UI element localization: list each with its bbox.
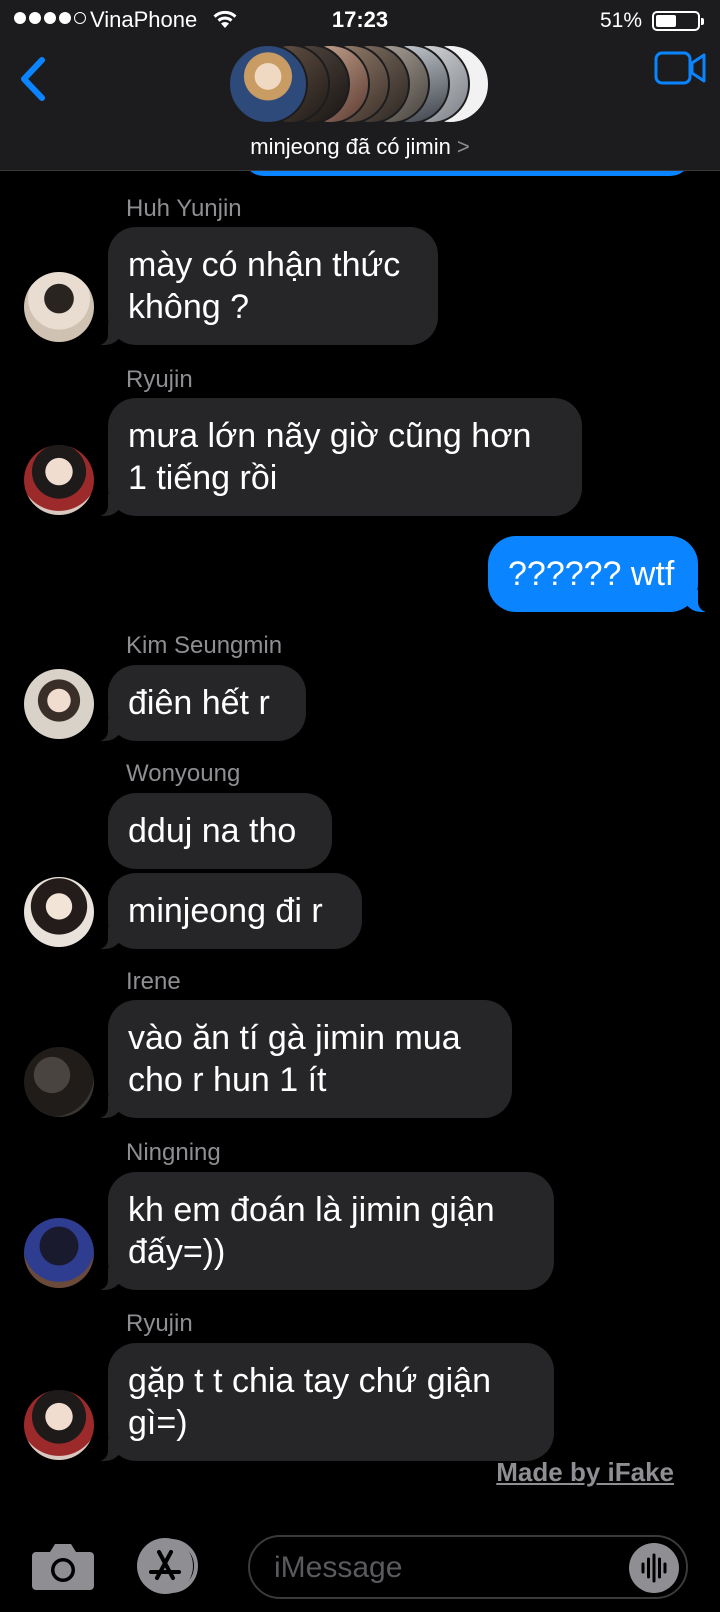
group-avatar-stack[interactable] — [228, 44, 490, 124]
outgoing-message-bubble[interactable]: ?????? wtf — [488, 536, 708, 612]
sender-name: Wonyoung — [126, 760, 241, 787]
message-line: cho r hun 1 ít — [128, 1061, 327, 1099]
incoming-message-bubble[interactable]: kh em đoán là jimin giận đấy=)) — [98, 1172, 554, 1290]
message-line: không ? — [128, 288, 249, 326]
chevron-right-icon: > — [456, 134, 470, 159]
message-line: mày có nhận thức — [128, 246, 401, 284]
incoming-message-bubble[interactable]: điên hết r — [98, 665, 306, 741]
sender-name: Ningning — [126, 1139, 221, 1166]
status-bar: VinaPhone 17:23 51% — [0, 0, 720, 40]
camera-icon[interactable] — [32, 1540, 94, 1590]
sender-name: Ryujin — [126, 366, 193, 393]
incoming-message-bubble[interactable]: vào ăn tí gà jimin mua cho r hun 1 ít — [98, 1000, 512, 1118]
conversation-header: minjeong đã có jimin > — [0, 40, 720, 171]
battery-percentage: 51% — [599, 9, 642, 32]
sender-name: Kim Seungmin — [126, 632, 283, 659]
message-line: gì=) — [128, 1404, 188, 1442]
avatar[interactable] — [24, 877, 94, 947]
avatar[interactable] — [24, 1047, 94, 1117]
sender-name: Ryujin — [126, 1310, 193, 1337]
message-line: đấy=)) — [128, 1233, 226, 1271]
group-name-button[interactable]: minjeong đã có jimin > — [0, 134, 720, 160]
incoming-message-bubble[interactable]: mưa lớn nãy giờ cũng hơn 1 tiếng rồi — [98, 398, 582, 516]
message-input[interactable]: iMessage — [248, 1535, 688, 1599]
message-line: kh em đoán là jimin giận — [128, 1191, 495, 1229]
message-line: dduj na tho — [128, 812, 297, 850]
incoming-message-bubble[interactable]: minjeong đi r — [98, 873, 362, 949]
avatar[interactable] — [24, 1390, 94, 1460]
incoming-message-bubble[interactable]: dduj na tho — [108, 793, 332, 869]
audio-record-button[interactable] — [629, 1543, 679, 1593]
video-camera-icon[interactable] — [654, 50, 706, 86]
message-line: vào ăn tí gà jimin mua — [128, 1019, 461, 1057]
message-line: minjeong đi r — [128, 892, 323, 930]
avatar[interactable] — [24, 272, 94, 342]
message-line: gặp t t chia tay chứ giận — [128, 1362, 491, 1400]
incoming-message-bubble[interactable]: mày có nhận thức không ? — [98, 227, 438, 345]
message-line: ?????? wtf — [508, 555, 675, 593]
avatar[interactable] — [24, 669, 94, 739]
app-store-icon[interactable] — [135, 1538, 205, 1594]
message-line: 1 tiếng rồi — [128, 459, 278, 497]
sender-name: Irene — [126, 968, 181, 995]
back-chevron-icon[interactable] — [14, 50, 54, 104]
audio-waveform-icon — [641, 1553, 667, 1583]
avatar[interactable] — [24, 445, 94, 515]
message-input-placeholder: iMessage — [274, 1551, 403, 1584]
watermark: Made by iFake — [496, 1457, 674, 1487]
incoming-message-bubble[interactable]: gặp t t chia tay chứ giận gì=) — [98, 1343, 554, 1461]
avatar[interactable] — [24, 1218, 94, 1288]
group-name: minjeong đã có jimin — [250, 134, 451, 159]
sender-name: Huh Yunjin — [126, 195, 242, 222]
message-line: điên hết r — [128, 684, 270, 722]
message-line: mưa lớn nãy giờ cũng hơn — [128, 417, 532, 455]
group-member-avatar — [228, 44, 308, 124]
battery-icon — [652, 11, 704, 31]
